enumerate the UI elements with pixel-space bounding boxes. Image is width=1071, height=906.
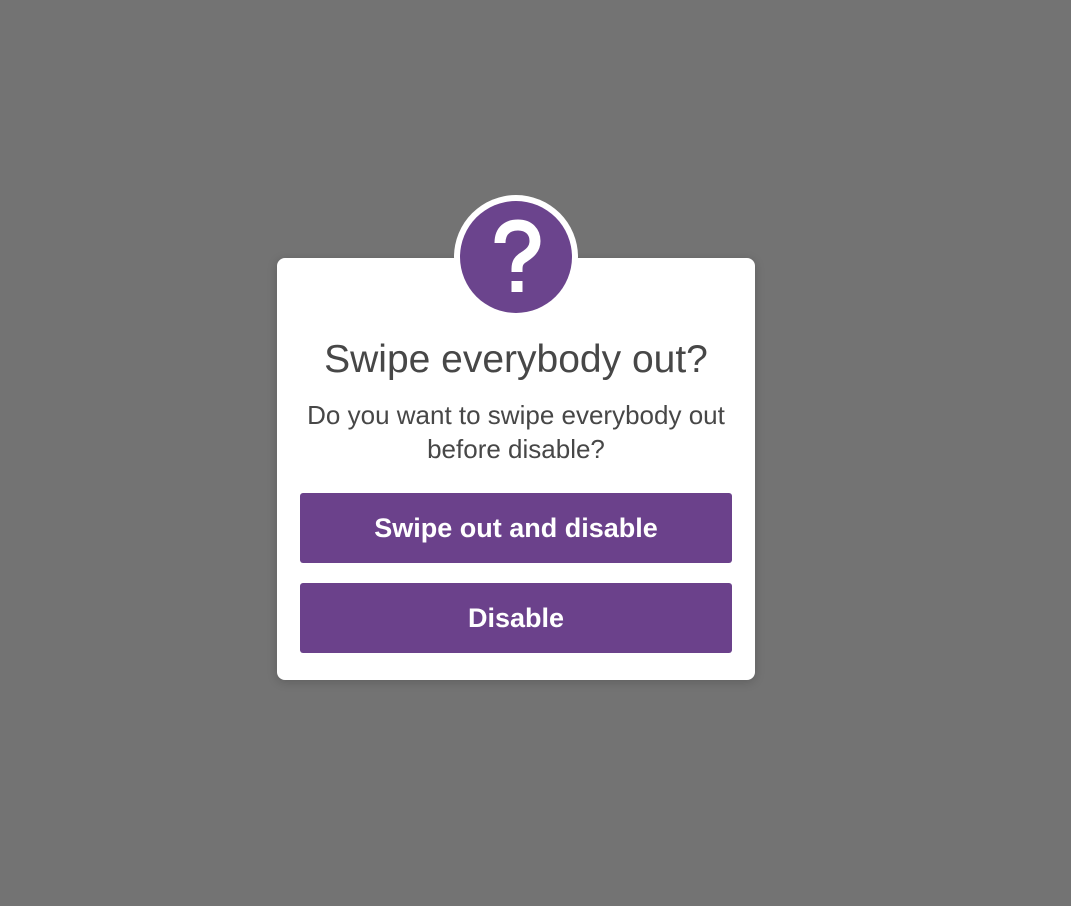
list-item-subtitle — [0, 115, 308, 136]
dialog-title: Swipe everybody out? — [324, 338, 708, 381]
list-item-subtitle — [0, 368, 308, 389]
list-item-title — [0, 200, 308, 234]
background-member-list — [0, 0, 320, 906]
list-item-subtitle — [0, 746, 308, 767]
list-item-subtitle — [0, 0, 308, 5]
list-item-subtitle — [0, 620, 308, 641]
list-item — [0, 200, 308, 261]
list-item — [0, 706, 308, 767]
question-mark-icon — [460, 201, 572, 313]
list-item-title — [0, 706, 308, 740]
disable-button[interactable]: Disable — [300, 583, 732, 653]
dialog-message: Do you want to swipe everybody out befor… — [307, 400, 725, 464]
list-item-subtitle — [0, 240, 308, 261]
app-screen: Swipe everybody out? Do you want to swip… — [0, 0, 1071, 906]
list-item-title — [0, 454, 308, 488]
swipe-out-and-disable-button[interactable]: Swipe out and disable — [300, 493, 732, 563]
list-item-subtitle — [0, 494, 308, 515]
list-item — [0, 75, 308, 136]
list-item — [0, 832, 308, 893]
list-item-title — [0, 580, 308, 614]
list-item — [0, 580, 308, 641]
list-item-title — [0, 75, 308, 109]
list-item-subtitle — [0, 872, 308, 893]
list-item — [0, 328, 308, 389]
list-item-title — [0, 832, 308, 866]
confirm-dialog: Swipe everybody out? Do you want to swip… — [277, 258, 755, 680]
list-item — [0, 0, 308, 5]
dialog-badge — [454, 195, 578, 319]
list-item — [0, 454, 308, 515]
list-item-title — [0, 328, 308, 362]
